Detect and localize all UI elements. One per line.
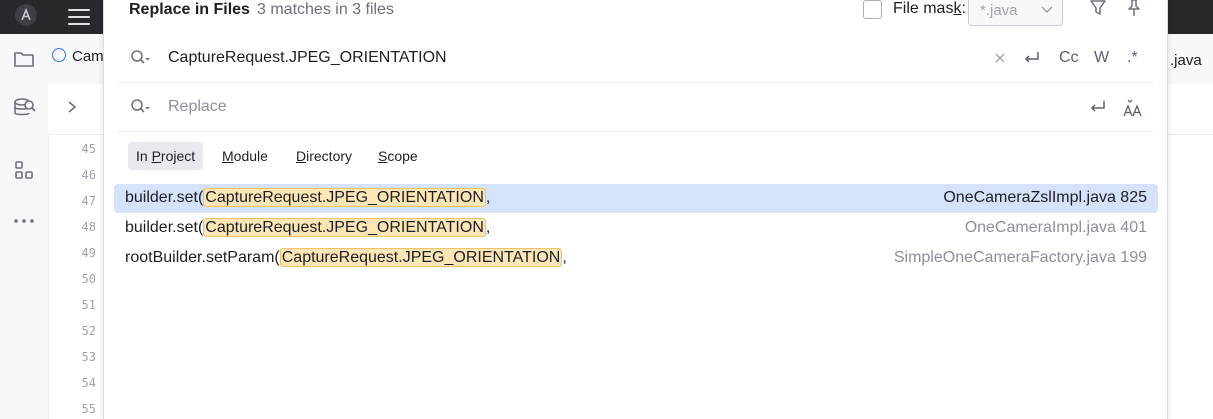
result-suffix: , [485,219,491,236]
result-code: builder.set(CaptureRequest.JPEG_ORIENTAT… [125,188,491,207]
database-search-icon[interactable] [13,96,36,118]
result-match-highlight: CaptureRequest.JPEG_ORIENTATION [203,188,486,207]
replace-in-files-popup: Replace in Files 3 matches in 3 files Fi… [103,0,1168,419]
line-number: 46 [81,168,96,182]
chevron-right-icon[interactable] [66,100,78,114]
line-number: 47 [81,194,96,208]
file-mask-checkbox[interactable] [863,0,882,19]
file-mask-value: *.java [980,2,1018,19]
scope-label-pre: In [136,148,152,164]
search-history-icon[interactable] [130,49,152,67]
line-number: 48 [81,220,96,234]
replace-row: Replace [118,83,1153,132]
result-match-highlight: CaptureRequest.JPEG_ORIENTATION [203,218,486,237]
replace-newline-icon[interactable] [1087,98,1107,116]
match-case-toggle[interactable]: Cc [1059,49,1079,67]
scope-label-key: M [222,148,234,164]
clear-search-icon[interactable] [991,49,1011,67]
result-code: builder.set(CaptureRequest.JPEG_ORIENTAT… [125,218,491,237]
result-file-location: SimpleOneCameraFactory.java 199 [893,249,1147,266]
whole-words-toggle[interactable]: W [1094,49,1109,67]
result-code: rootBuilder.setParam(CaptureRequest.JPEG… [125,248,567,267]
editor-tab-left[interactable]: Cam [52,48,104,65]
editor-tab-right[interactable]: .java [1170,52,1202,69]
tool-window-bar [0,34,49,419]
scope-tab-module[interactable]: Module [214,142,276,170]
editor-tab-left-label: Cam [72,48,104,65]
scope-tab-project[interactable]: In Project [128,142,204,170]
scope-tab-scope[interactable]: Scope [370,142,426,170]
line-number: 50 [81,272,96,286]
file-mask-label-prefix: File mas [893,0,954,17]
line-number: 55 [81,402,96,416]
result-row[interactable]: builder.set(CaptureRequest.JPEG_ORIENTAT… [114,184,1158,213]
class-file-icon [52,48,66,62]
result-row[interactable]: builder.set(CaptureRequest.JPEG_ORIENTAT… [114,214,1158,243]
pin-icon[interactable] [1125,0,1143,17]
result-file-location: OneCameraZslImpl.java 825 [943,189,1147,206]
result-prefix: builder.set( [125,219,204,236]
search-row: CaptureRequest.JPEG_ORIENTATION Cc W .* [118,34,1153,83]
popup-title: Replace in Files [129,1,250,18]
folder-icon[interactable] [13,48,35,70]
file-mask-dropdown[interactable] [1032,0,1063,26]
result-prefix: rootBuilder.setParam( [125,249,280,266]
result-prefix: builder.set( [125,189,204,206]
match-summary: 3 matches in 3 files [257,1,394,18]
line-number: 45 [81,142,96,156]
line-number: 49 [81,246,96,260]
file-mask-label: File mask: [893,0,966,18]
result-suffix: , [562,249,567,266]
file-mask-label-suffix: : [961,0,966,17]
scope-label-post: irectory [306,148,353,164]
main-menu-icon[interactable] [68,9,90,25]
regex-toggle[interactable]: .* [1127,49,1138,67]
line-number: 51 [81,298,96,312]
newline-icon[interactable] [1021,49,1041,67]
scope-label-post: cope [387,148,418,164]
replace-input[interactable]: Replace [168,98,227,116]
scope-label-post: odule [233,148,268,164]
preserve-case-icon[interactable] [1122,98,1142,117]
more-tools-icon[interactable] [13,210,35,232]
result-file-location: OneCameraImpl.java 401 [964,219,1147,236]
scope-label-key: S [378,148,388,164]
scope-label-post: roject [160,148,196,164]
line-number: 53 [81,350,96,364]
structure-icon[interactable] [13,160,35,182]
result-row[interactable]: rootBuilder.setParam(CaptureRequest.JPEG… [114,244,1158,273]
scope-label-key: D [296,148,307,164]
search-input[interactable]: CaptureRequest.JPEG_ORIENTATION [168,49,447,67]
scope-tab-directory[interactable]: Directory [288,142,360,170]
filter-icon[interactable] [1089,0,1107,17]
result-suffix: , [485,189,491,206]
replace-history-icon[interactable] [130,98,152,116]
scope-label-key: P [151,148,161,164]
app-logo-icon [15,4,37,26]
line-number: 52 [81,324,96,338]
file-mask-input[interactable]: *.java [968,0,1034,26]
chevron-down-icon [1041,6,1053,14]
line-number: 54 [81,376,96,390]
result-match-highlight: CaptureRequest.JPEG_ORIENTATION [279,248,563,267]
